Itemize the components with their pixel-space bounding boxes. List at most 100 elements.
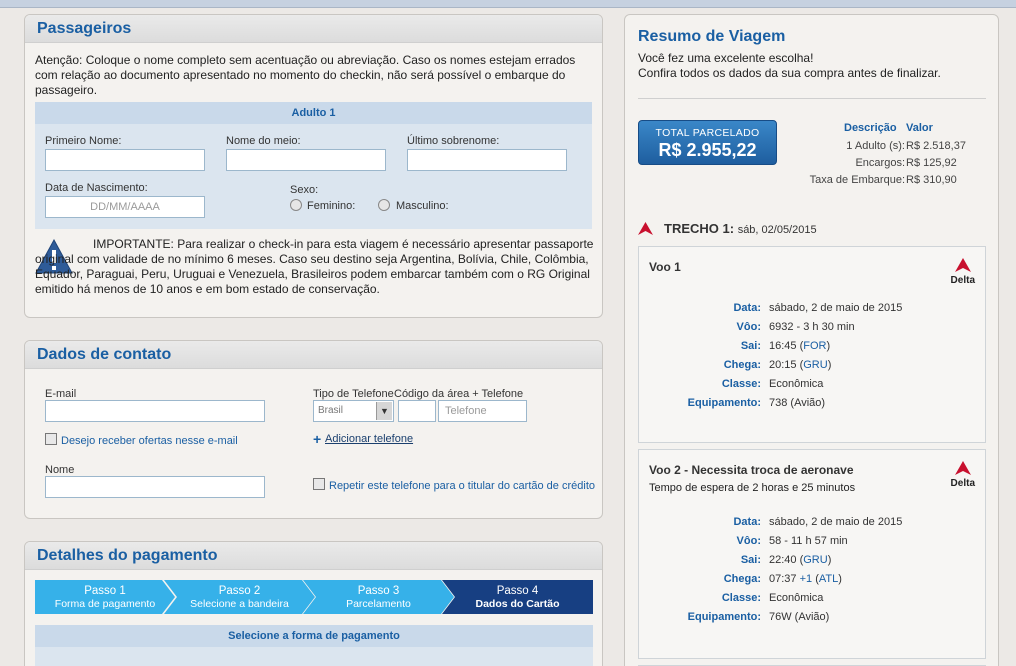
departure-label: Sai: xyxy=(740,554,761,566)
day-offset: +1 xyxy=(799,573,813,585)
first-name-input[interactable] xyxy=(45,149,205,171)
trecho-title: TRECHO 1: sáb, 02/05/2015 xyxy=(664,221,817,236)
step-1-num: Passo 1 xyxy=(84,585,126,597)
offers-checkbox[interactable] xyxy=(45,433,57,445)
airport-code-link[interactable]: GRU xyxy=(803,554,827,566)
contact-panel: Dados de contato E-mail Desejo receber o… xyxy=(24,340,603,519)
payment-panel: Detalhes do pagamento Passo 1 Forma de p… xyxy=(24,541,603,666)
middle-name-label: Nome do meio: xyxy=(226,135,301,147)
equipment-value: 738 (Avião) xyxy=(769,397,826,409)
offers-label[interactable]: Desejo receber ofertas nesse e-mail xyxy=(61,435,238,447)
first-name-label: Primeiro Nome: xyxy=(45,135,122,147)
last-name-input[interactable] xyxy=(407,149,567,171)
female-radio[interactable] xyxy=(290,199,302,211)
trecho-label: TRECHO 1: xyxy=(664,221,735,236)
description-header: Descrição xyxy=(844,122,897,134)
flight-number-label: Vôo: xyxy=(736,535,761,547)
payment-method-title: Selecione a forma de pagamento xyxy=(35,625,593,647)
total-label: TOTAL PARCELADO xyxy=(655,127,760,139)
class-label: Classe: xyxy=(721,592,761,604)
flight-number-value: 6932 - 3 h 30 min xyxy=(769,321,855,333)
step-1[interactable]: Passo 1 Forma de pagamento xyxy=(35,580,175,614)
payment-title: Detalhes do pagamento xyxy=(37,547,218,564)
email-input[interactable] xyxy=(45,400,265,422)
cost-label: Taxa de Embarque: xyxy=(809,174,905,186)
birth-date-input[interactable]: DD/MM/AAAA xyxy=(45,196,205,218)
male-label: Masculino: xyxy=(396,200,449,212)
class-label: Classe: xyxy=(721,378,761,390)
passengers-notice: Atenção: Coloque o nome completo sem ace… xyxy=(35,53,576,97)
name-input[interactable] xyxy=(45,476,265,498)
delta-logo: Delta xyxy=(951,461,975,489)
step-4[interactable]: Passo 4 Dados do Cartão xyxy=(442,580,593,614)
airline-name: Delta xyxy=(950,275,975,286)
cost-value: R$ 310,90 xyxy=(906,174,957,186)
top-bar xyxy=(0,0,1016,8)
step-4-num: Passo 4 xyxy=(496,585,539,597)
repeat-phone-checkbox[interactable] xyxy=(313,478,325,490)
chevron-down-icon[interactable]: ▼ xyxy=(376,402,392,420)
repeat-phone-label[interactable]: Repetir este telefone para o titular do … xyxy=(329,480,595,492)
adult-form: Adulto 1 Primeiro Nome: Nome do meio: Úl… xyxy=(35,102,592,229)
payment-method-area xyxy=(35,647,593,666)
delta-logo-icon xyxy=(954,258,971,272)
airline-name: Delta xyxy=(950,478,975,489)
date-value: sábado, 2 de maio de 2015 xyxy=(769,516,903,528)
phone-type-label: Tipo de Telefone xyxy=(313,388,394,400)
flight-number-label: Vôo: xyxy=(736,321,761,333)
passengers-title: Passageiros xyxy=(37,20,132,37)
wait-time: Tempo de espera de 2 horas e 25 minutos xyxy=(649,482,856,494)
flight-card: Voo 2 - Necessita troca de aeronave Temp… xyxy=(638,449,986,659)
arrival-label: Chega: xyxy=(723,359,761,371)
arrival-value: 20:15 (GRU) xyxy=(769,359,832,371)
area-code-input[interactable] xyxy=(398,400,436,422)
delta-logo-icon xyxy=(954,461,971,475)
summary-line-1: Você fez uma excelente escolha! xyxy=(638,51,814,65)
cost-value: R$ 2.518,37 xyxy=(906,140,966,152)
value-header: Valor xyxy=(906,122,933,134)
payment-header: Detalhes do pagamento xyxy=(25,542,602,570)
summary-subtitle: Você fez uma excelente escolha! Confira … xyxy=(638,51,988,81)
birth-date-label: Data de Nascimento: xyxy=(45,182,148,194)
area-phone-label: Código da área + Telefone xyxy=(394,388,524,400)
email-label: E-mail xyxy=(45,388,77,400)
cost-value: R$ 125,92 xyxy=(906,157,957,169)
trip-summary-panel: Resumo de Viagem Você fez uma excelente … xyxy=(624,14,999,666)
country-select[interactable]: Brasil ▼ xyxy=(313,400,394,422)
total-box: TOTAL PARCELADO R$ 2.955,22 xyxy=(638,120,777,165)
contact-title: Dados de contato xyxy=(37,346,172,363)
male-radio[interactable] xyxy=(378,199,390,211)
flight-title: Voo 2 - Necessita troca de aeronave xyxy=(649,463,854,477)
equipment-label: Equipamento: xyxy=(687,611,761,623)
sex-label: Sexo: xyxy=(290,184,319,196)
airport-code-link[interactable]: GRU xyxy=(803,359,827,371)
country-select-value: Brasil xyxy=(318,405,344,416)
name-label: Nome xyxy=(45,464,75,476)
departure-label: Sai: xyxy=(740,340,761,352)
middle-name-input[interactable] xyxy=(226,149,386,171)
total-value: R$ 2.955,22 xyxy=(658,140,757,160)
departure-value: 22:40 (GRU) xyxy=(769,554,832,566)
divider xyxy=(638,98,986,99)
phone-input[interactable]: Telefone xyxy=(438,400,527,422)
airport-code-link[interactable]: ATL xyxy=(819,573,838,585)
equipment-value: 76W (Avião) xyxy=(769,611,830,623)
step-2[interactable]: Passo 2 Selecione a bandeira xyxy=(164,580,315,614)
summary-line-2: Confira todos os dados da sua compra ant… xyxy=(638,66,941,80)
payment-steps: Passo 1 Forma de pagamento Passo 2 Selec… xyxy=(35,580,593,614)
class-value: Econômica xyxy=(769,592,824,604)
contact-header: Dados de contato xyxy=(25,341,602,369)
passengers-header: Passageiros xyxy=(25,15,602,43)
step-3[interactable]: Passo 3 Parcelamento xyxy=(303,580,454,614)
equipment-label: Equipamento: xyxy=(687,397,761,409)
add-phone-link[interactable]: Adicionar telefone xyxy=(325,433,413,445)
step-3-label: Parcelamento xyxy=(346,598,411,610)
date-label: Data: xyxy=(733,516,761,528)
plus-icon[interactable]: + xyxy=(313,431,321,447)
step-2-num: Passo 2 xyxy=(218,585,261,597)
airport-code-link[interactable]: FOR xyxy=(803,340,826,352)
arrival-label: Chega: xyxy=(723,573,761,585)
important-notice: IMPORTANTE: Para realizar o check-in par… xyxy=(35,237,594,296)
delta-logo: Delta xyxy=(951,258,975,286)
arrival-value: 07:37 +1 (ATL) xyxy=(769,573,842,585)
